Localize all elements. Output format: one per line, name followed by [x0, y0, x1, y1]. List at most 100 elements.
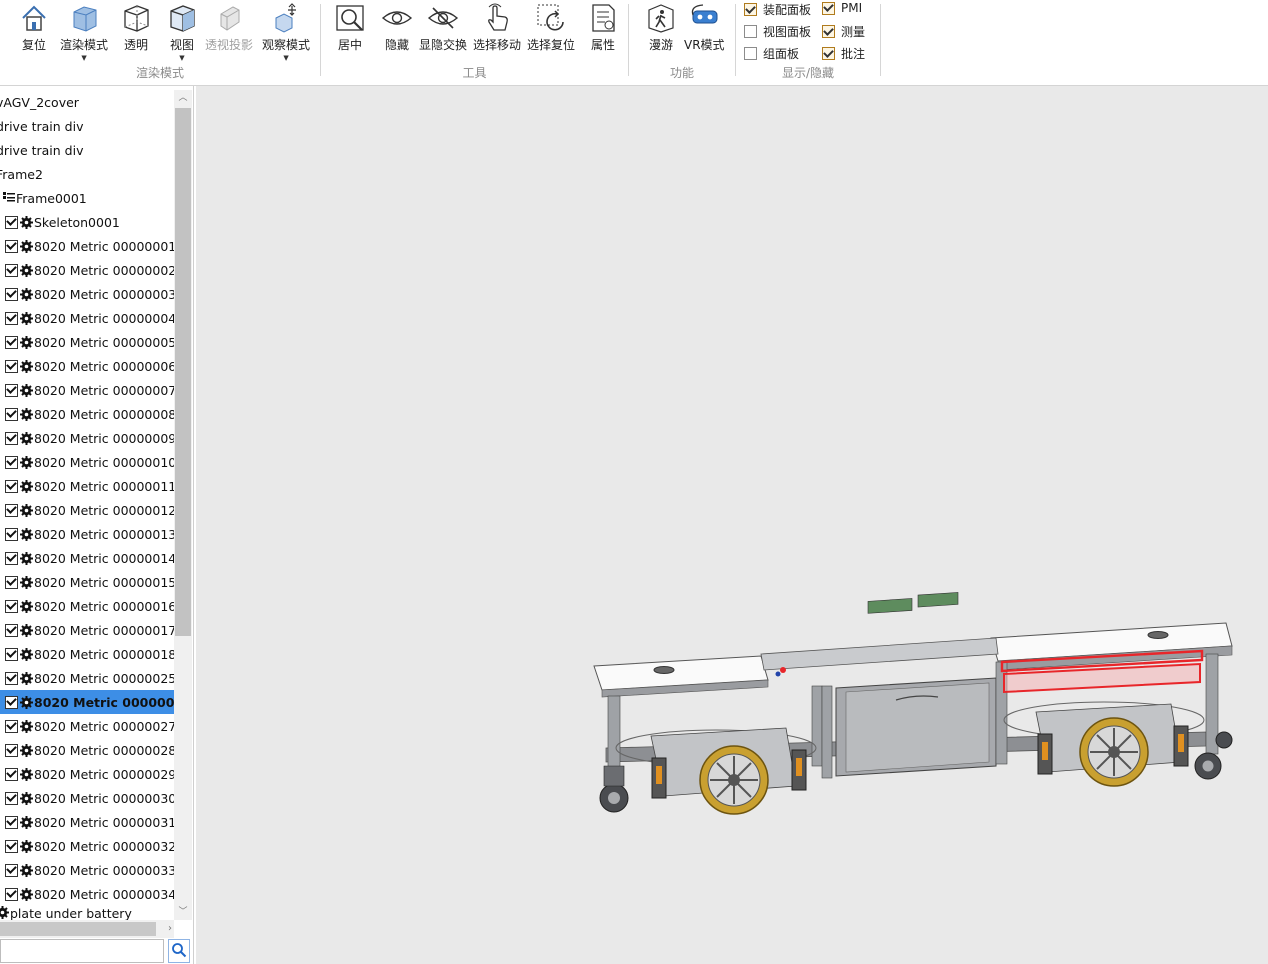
- observe-mode-button[interactable]: 观察模式 ▼: [262, 2, 310, 62]
- tree-item-selected[interactable]: 8020 Metric 00000026: [0, 690, 192, 714]
- agv-3d-model[interactable]: [196, 86, 1268, 964]
- selection-reset-button[interactable]: 选择复位: [527, 2, 575, 53]
- tree-item-checkbox[interactable]: [5, 551, 18, 565]
- tree-item-checkbox[interactable]: [5, 767, 18, 781]
- reset-button[interactable]: 复位: [18, 2, 50, 53]
- tree-item[interactable]: 8020 Metric 00000027: [0, 714, 176, 738]
- tree-item-checkbox[interactable]: [5, 503, 18, 517]
- tree-item-checkbox[interactable]: [5, 863, 18, 877]
- tree-item-checkbox[interactable]: [5, 311, 18, 325]
- tree-item[interactable]: 8020 Metric 00000016: [0, 594, 176, 618]
- annotation-checkbox[interactable]: 批注: [822, 45, 865, 62]
- tree-item-checkbox[interactable]: [5, 791, 18, 805]
- tree-item-checkbox[interactable]: [5, 887, 18, 901]
- search-button[interactable]: [168, 939, 190, 963]
- tree-item-checkbox[interactable]: [5, 407, 18, 421]
- vr-mode-button[interactable]: VR模式: [684, 2, 725, 53]
- perspective-button[interactable]: 透视投影: [205, 2, 253, 53]
- tree-item-checkbox[interactable]: [5, 215, 18, 229]
- tree-item[interactable]: 8020 Metric 00000012: [0, 498, 176, 522]
- toggle-visibility-button[interactable]: 显隐交换: [419, 2, 467, 53]
- tree-item-checkbox[interactable]: [5, 599, 18, 613]
- scroll-up-icon[interactable]: ︿: [174, 90, 192, 106]
- scrollbar-thumb[interactable]: [0, 922, 156, 936]
- tree-item[interactable]: 8020 Metric 00000033: [0, 858, 176, 882]
- tree-item[interactable]: 8020 Metric 00000017: [0, 618, 176, 642]
- tree-item[interactable]: 8020 Metric 00000029: [0, 762, 176, 786]
- tree-item-checkbox[interactable]: [5, 287, 18, 301]
- tree-item[interactable]: 8020 Metric 00000007: [0, 378, 176, 402]
- tree-item-checkbox[interactable]: [5, 575, 18, 589]
- hide-button[interactable]: 隐藏: [381, 2, 413, 53]
- tree-item-checkbox[interactable]: [5, 479, 18, 493]
- tree-item[interactable]: 8020 Metric 00000011: [0, 474, 176, 498]
- tree-item-checkbox[interactable]: [5, 695, 18, 709]
- view-panel-checkbox[interactable]: 视图面板: [744, 23, 811, 40]
- tree-item[interactable]: 8020 Metric 00000006: [0, 354, 176, 378]
- tree-item-checkbox[interactable]: [5, 743, 18, 757]
- tree-item-checkbox[interactable]: [5, 335, 18, 349]
- tree-search-input[interactable]: [0, 939, 164, 963]
- render-mode-button[interactable]: 渲染模式 ▼: [60, 2, 108, 62]
- tree-item[interactable]: 8020 Metric 00000025: [0, 666, 176, 690]
- tree-node-frame[interactable]: Frame0001: [0, 186, 174, 210]
- scrollbar-thumb[interactable]: [175, 108, 191, 636]
- tree-item[interactable]: 8020 Metric 00000018: [0, 642, 176, 666]
- tree-item-checkbox[interactable]: [5, 455, 18, 469]
- tree-item[interactable]: drive train div: [0, 138, 174, 162]
- scroll-right-icon[interactable]: ›: [168, 920, 172, 938]
- tree-item[interactable]: 8020 Metric 00000032: [0, 834, 176, 858]
- tree-item-checkbox[interactable]: [5, 623, 18, 637]
- tree-item-checkbox[interactable]: [5, 383, 18, 397]
- tree-item[interactable]: 8020 Metric 00000030: [0, 786, 176, 810]
- tree-item[interactable]: plate under battery: [0, 906, 174, 920]
- tree-item-checkbox[interactable]: [5, 431, 18, 445]
- tree-item[interactable]: Skeleton0001: [0, 210, 174, 234]
- tree-item-checkbox[interactable]: [5, 719, 18, 733]
- tree-item[interactable]: 8020 Metric 00000009: [0, 426, 176, 450]
- transparent-button[interactable]: 透明: [120, 2, 152, 53]
- measure-checkbox[interactable]: 测量: [822, 23, 865, 40]
- tree-item[interactable]: 8020 Metric 00000031: [0, 810, 176, 834]
- scroll-down-icon[interactable]: ﹀: [174, 904, 192, 920]
- tree-item[interactable]: 8020 Metric 00000001: [0, 234, 176, 258]
- group-panel-checkbox[interactable]: 组面板: [744, 45, 799, 62]
- 3d-viewport[interactable]: [196, 86, 1268, 964]
- tree-item[interactable]: 8020 Metric 00000028: [0, 738, 176, 762]
- tree-item[interactable]: 8020 Metric 00000002: [0, 258, 176, 282]
- tree-item[interactable]: drive train div: [0, 114, 174, 138]
- properties-button[interactable]: 属性: [587, 2, 619, 53]
- tree-item[interactable]: 8020 Metric 00000003: [0, 282, 176, 306]
- tree-item-checkbox[interactable]: [5, 647, 18, 661]
- checkbox-box[interactable]: [822, 1, 835, 15]
- tree-item-checkbox[interactable]: [5, 359, 18, 373]
- checkbox-box[interactable]: [822, 25, 835, 38]
- center-button[interactable]: 居中: [334, 2, 366, 53]
- tree-item[interactable]: Frame2: [0, 162, 174, 186]
- select-move-button[interactable]: 选择移动: [473, 2, 521, 53]
- view-button[interactable]: 视图 ▼: [166, 2, 198, 62]
- walkthrough-button[interactable]: 漫游: [645, 2, 677, 53]
- tree-item-checkbox[interactable]: [5, 815, 18, 829]
- tree-item[interactable]: 8020 Metric 00000010: [0, 450, 176, 474]
- checkbox-box[interactable]: [744, 3, 757, 16]
- tree-item[interactable]: 8020 Metric 00000004: [0, 306, 176, 330]
- checkbox-box[interactable]: [744, 47, 757, 60]
- tree-item-checkbox[interactable]: [5, 263, 18, 277]
- pmi-checkbox[interactable]: PMI: [822, 1, 862, 15]
- assembly-panel-checkbox[interactable]: 装配面板: [744, 1, 811, 18]
- tree-item-checkbox[interactable]: [5, 839, 18, 853]
- tree-item[interactable]: vAGV_2cover: [0, 90, 174, 114]
- tree-item[interactable]: 8020 Metric 00000008: [0, 402, 176, 426]
- tree-vertical-scrollbar[interactable]: ︿ ﹀: [174, 90, 192, 920]
- tree-item[interactable]: 8020 Metric 00000015: [0, 570, 176, 594]
- tree-item-checkbox[interactable]: [5, 239, 18, 253]
- tree-item[interactable]: 8020 Metric 00000005: [0, 330, 176, 354]
- tree-item[interactable]: 8020 Metric 00000014: [0, 546, 176, 570]
- tree-item-checkbox[interactable]: [5, 671, 18, 685]
- tree-item[interactable]: 8020 Metric 00000013: [0, 522, 176, 546]
- tree-item[interactable]: 8020 Metric 00000034: [0, 882, 176, 906]
- checkbox-box[interactable]: [822, 47, 835, 60]
- tree-item-checkbox[interactable]: [5, 527, 18, 541]
- checkbox-box[interactable]: [744, 25, 757, 38]
